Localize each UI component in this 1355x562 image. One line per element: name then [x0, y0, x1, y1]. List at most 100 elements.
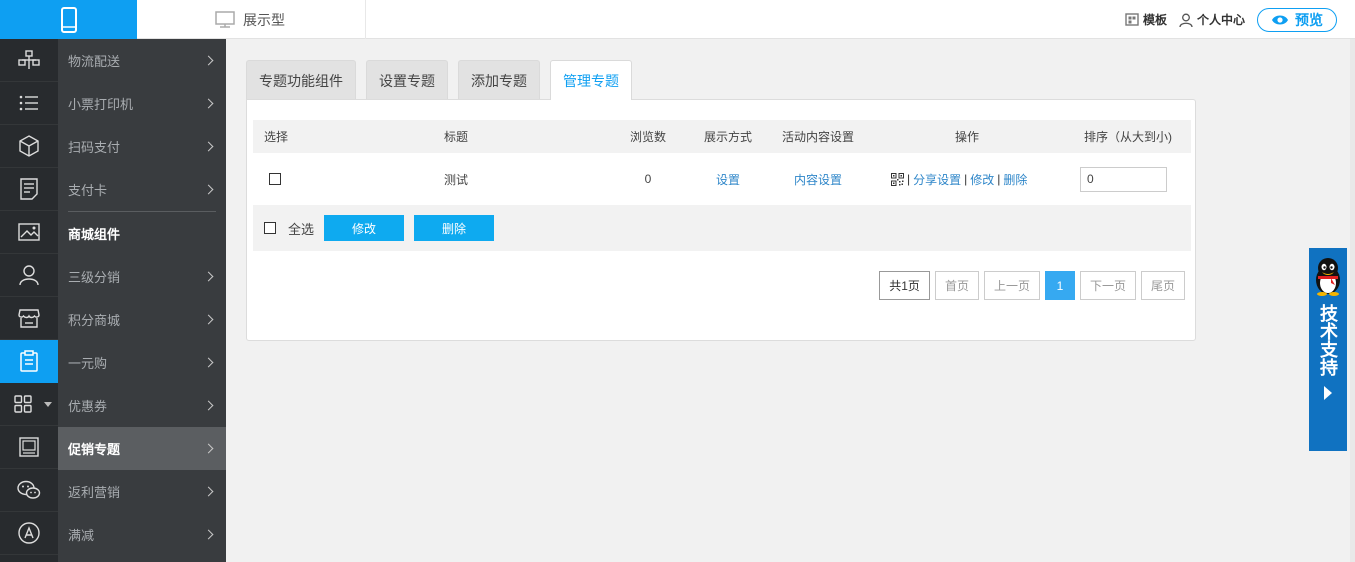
ops-separator: |	[907, 172, 911, 186]
row-display-cell: 设置	[693, 153, 763, 205]
rail-item-appstore[interactable]	[0, 512, 58, 555]
submenu-item-label: 扫码支付	[68, 140, 121, 155]
submenu-item-label: 三级分销	[68, 270, 121, 285]
template-link[interactable]: 模板	[1125, 11, 1167, 28]
submenu-item-pay-card[interactable]: 支付卡	[58, 168, 226, 211]
share-settings-link[interactable]: 分享设置	[913, 171, 961, 188]
rail-item-grid[interactable]	[0, 383, 58, 426]
template-icon	[1125, 13, 1139, 26]
display-view-tab[interactable]: 展示型	[137, 0, 366, 39]
col-ops: 操作	[954, 130, 979, 144]
submenu-item-full-reduction[interactable]: 满减	[58, 513, 226, 556]
page-scrollbar[interactable]	[1350, 39, 1355, 562]
image-icon	[18, 223, 40, 241]
chevron-right-icon	[203, 141, 214, 152]
col-sort: 排序（从大到小)	[1084, 130, 1172, 144]
mobile-view-tab[interactable]	[0, 0, 137, 39]
chevron-right-icon	[203, 443, 214, 454]
submenu-item-label: 返利营销	[68, 485, 121, 500]
tab-add-topic[interactable]: 添加专题	[458, 60, 540, 100]
rail-item-list[interactable]	[0, 82, 58, 125]
submenu-item-points-mall[interactable]: 积分商城	[58, 298, 226, 341]
row-views: 0	[644, 172, 652, 186]
tab-manage-topic[interactable]: 管理专题	[550, 60, 632, 100]
user-center-label: 个人中心	[1196, 13, 1245, 27]
table-row: 测试 0 设置 内容设置 | 分享设置 | 修改 | 删除 0	[253, 153, 1191, 205]
submenu-item-one-yuan[interactable]: 一元购	[58, 341, 226, 384]
rail-item-store[interactable]	[0, 297, 58, 340]
ops-separator: |	[964, 172, 968, 186]
main-content: 专题功能组件 设置专题 添加专题 管理专题 选择 标题 浏览数 展示方式 活动内…	[226, 39, 1355, 562]
prev-page-button[interactable]: 上一页	[983, 271, 1040, 300]
rail-item-user[interactable]	[0, 254, 58, 297]
appstore-icon	[18, 522, 40, 544]
box-icon	[19, 135, 39, 157]
delete-link[interactable]: 删除	[1003, 171, 1027, 188]
tab-set-topic[interactable]: 设置专题	[366, 60, 448, 100]
preview-button[interactable]: 预览	[1257, 7, 1337, 32]
rail-item-image[interactable]	[0, 211, 58, 254]
display-settings-link[interactable]: 设置	[716, 171, 740, 188]
mobile-phone-icon	[60, 6, 77, 33]
qrcode-icon[interactable]	[891, 172, 904, 186]
submenu-item-logistics[interactable]: 物流配送	[58, 39, 226, 82]
submenu-item-promotion-topic[interactable]: 促销专题	[58, 427, 226, 470]
submenu-item-label: 小票打印机	[68, 97, 134, 112]
chevron-right-icon	[203, 529, 214, 540]
icon-rail	[0, 39, 58, 562]
row-ops-cell: | 分享设置 | 修改 | 删除	[891, 153, 1027, 205]
template-label: 模板	[1142, 13, 1167, 27]
chevron-right-icon	[203, 98, 214, 109]
last-page-button[interactable]: 尾页	[1140, 271, 1185, 300]
chevron-down-icon	[44, 402, 52, 407]
submenu-item-rebate[interactable]: 返利营销	[58, 470, 226, 513]
rail-item-clipboard[interactable]	[0, 340, 58, 383]
tab-bar: 专题功能组件 设置专题 添加专题 管理专题	[246, 60, 642, 100]
chevron-right-icon	[203, 55, 214, 66]
submenu-item-coupons[interactable]: 优惠券	[58, 384, 226, 427]
rail-item-photo-frame[interactable]	[0, 426, 58, 469]
sort-input[interactable]: 0	[1080, 166, 1167, 192]
user-center-link[interactable]: 个人中心	[1179, 11, 1245, 28]
first-page-button[interactable]: 首页	[934, 271, 979, 300]
table-header: 选择 标题 浏览数 展示方式 活动内容设置 操作 排序（从大到小)	[253, 120, 1191, 153]
chevron-right-icon	[203, 271, 214, 282]
col-views: 浏览数	[629, 130, 666, 144]
chevron-right-icon	[203, 357, 214, 368]
row-checkbox[interactable]	[269, 173, 281, 185]
content-settings-link[interactable]: 内容设置	[794, 171, 842, 188]
rail-item-wechat[interactable]	[0, 469, 58, 512]
row-sort-cell: 0	[1080, 153, 1167, 205]
select-all-label: 全选	[288, 221, 315, 237]
page-total: 共1页	[879, 271, 930, 300]
submenu-item-receipt-printer[interactable]: 小票打印机	[58, 82, 226, 125]
edit-link[interactable]: 修改	[970, 171, 994, 188]
bulk-delete-button[interactable]: 删除	[414, 215, 495, 241]
col-title: 标题	[444, 130, 469, 144]
col-display: 展示方式	[703, 130, 752, 144]
submenu-item-distribution[interactable]: 三级分销	[58, 255, 226, 298]
bulk-actions-bar: 全选 修改 删除	[253, 205, 1191, 251]
eye-icon	[1272, 15, 1288, 24]
top-bar: 展示型 模板 个人中心 预览	[0, 0, 1355, 39]
select-all-checkbox[interactable]	[264, 222, 276, 234]
sub-menu: 物流配送 小票打印机 扫码支付 支付卡 商城组件 三级分销 积分商城 一元购 优…	[58, 39, 226, 562]
submenu-item-label: 支付卡	[68, 183, 108, 198]
tech-support-label: 技术支持	[1318, 304, 1338, 376]
current-page-button[interactable]: 1	[1044, 271, 1075, 300]
rail-item-box[interactable]	[0, 125, 58, 168]
bulk-edit-button[interactable]: 修改	[324, 215, 405, 241]
grid-icon	[14, 395, 32, 413]
tech-support-widget[interactable]: 技术支持	[1309, 248, 1347, 451]
submenu-item-label: 一元购	[68, 356, 108, 371]
submenu-item-label: 优惠券	[68, 399, 108, 414]
submenu-item-label: 积分商城	[68, 313, 121, 328]
next-page-button[interactable]: 下一页	[1079, 271, 1136, 300]
tab-topic-components[interactable]: 专题功能组件	[246, 60, 356, 100]
submenu-item-label: 促销专题	[68, 442, 121, 457]
submenu-item-scan-pay[interactable]: 扫码支付	[58, 125, 226, 168]
rail-item-logistics[interactable]	[0, 39, 58, 82]
rail-item-document[interactable]	[0, 168, 58, 211]
chevron-right-icon	[203, 486, 214, 497]
wechat-icon	[17, 480, 41, 499]
